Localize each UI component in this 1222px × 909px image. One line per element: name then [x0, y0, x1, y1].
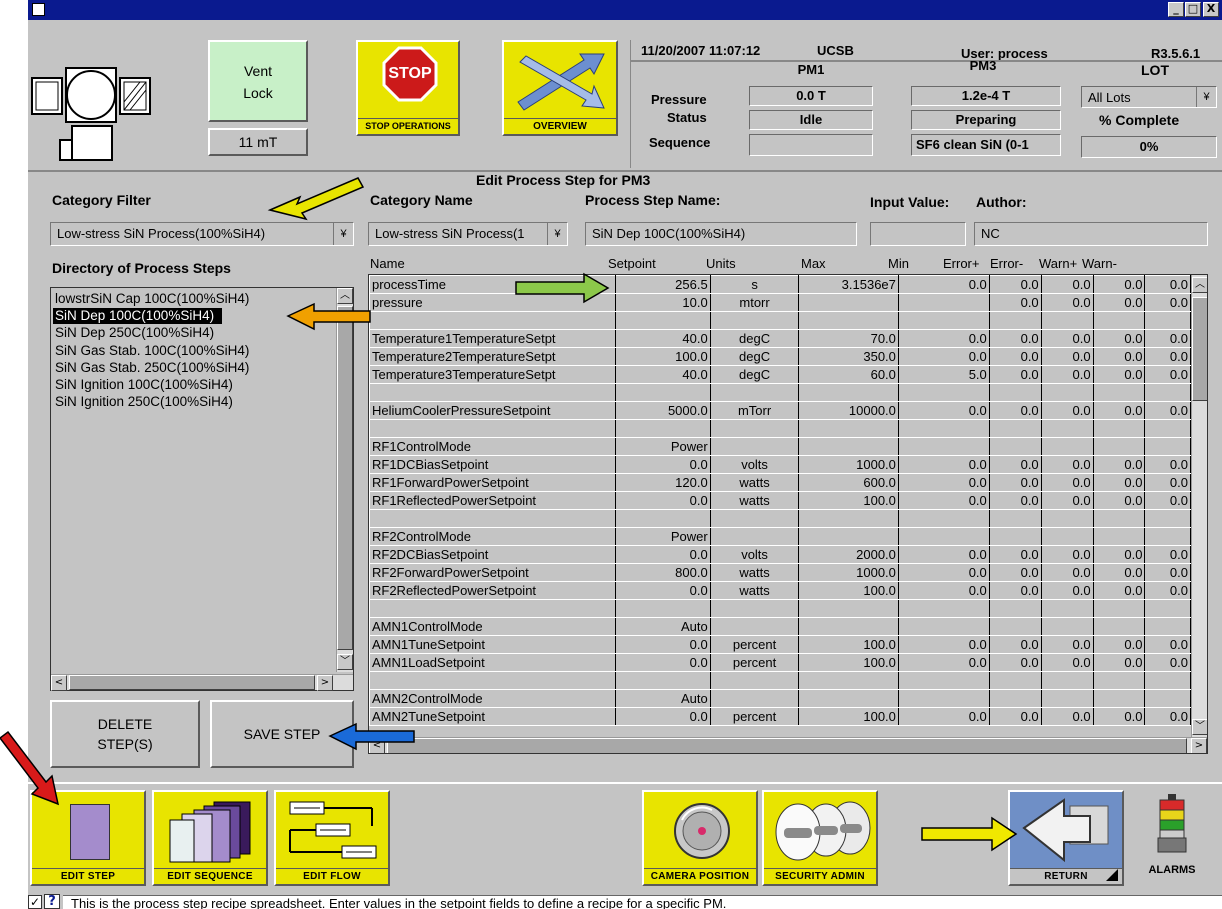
blue-arrow-save-step: [328, 722, 415, 751]
green-arrow-process-time: [515, 272, 610, 304]
orange-arrow-selected-step: [286, 302, 371, 331]
yellow-arrow-category-filter: [267, 177, 365, 221]
red-arrow-edit-step: [0, 730, 60, 806]
yellow-arrow-return: [921, 816, 1018, 852]
annotation-arrows: [0, 177, 1018, 852]
